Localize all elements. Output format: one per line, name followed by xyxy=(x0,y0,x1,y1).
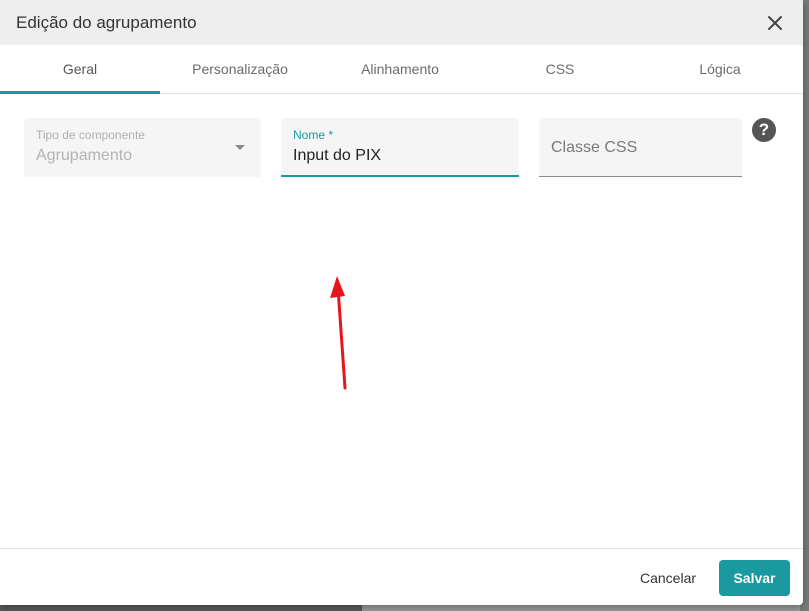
close-icon-glyph xyxy=(768,15,782,30)
tab-personalizacao[interactable]: Personalização xyxy=(160,45,320,93)
name-value[interactable]: Input do PIX xyxy=(293,147,381,165)
red-arrow-annotation xyxy=(330,276,347,390)
dropdown-caret-icon xyxy=(235,145,245,150)
css-class-field[interactable]: Classe CSS xyxy=(539,118,742,177)
tab-bar: Geral Personalização Alinhamento CSS Lóg… xyxy=(0,45,803,94)
form-body: Tipo de componente Agrupamento Nome * In… xyxy=(0,94,803,549)
dialog-title: Edição do agrupamento xyxy=(16,12,197,32)
component-type-select: Tipo de componente Agrupamento xyxy=(24,118,261,177)
cancel-button[interactable]: Cancelar xyxy=(628,560,708,596)
tab-geral[interactable]: Geral xyxy=(0,45,160,94)
tab-css[interactable]: CSS xyxy=(480,45,640,93)
name-label: Nome * xyxy=(293,128,334,142)
save-button[interactable]: Salvar xyxy=(719,560,790,596)
tab-alinhamento[interactable]: Alinhamento xyxy=(320,45,480,93)
dialog-footer: Cancelar Salvar xyxy=(0,548,803,605)
tab-logica[interactable]: Lógica xyxy=(640,45,800,93)
dialog-header: Edição do agrupamento xyxy=(0,0,803,45)
edit-group-dialog: Edição do agrupamento Geral Personalizaç… xyxy=(0,0,803,605)
component-type-label: Tipo de componente xyxy=(36,128,145,142)
component-type-value: Agrupamento xyxy=(36,147,133,164)
close-icon[interactable] xyxy=(763,11,787,35)
name-field[interactable]: Nome * Input do PIX xyxy=(281,118,519,177)
css-class-placeholder: Classe CSS xyxy=(551,139,638,156)
help-circle-icon[interactable]: ? xyxy=(752,118,776,142)
